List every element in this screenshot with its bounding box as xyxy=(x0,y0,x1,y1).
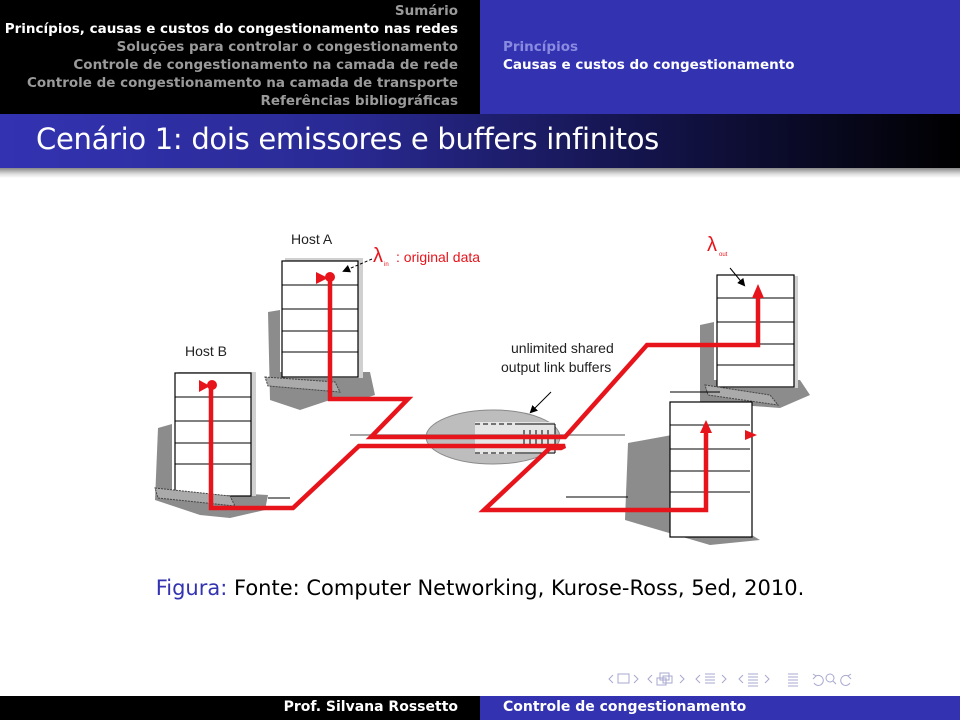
network-diagram: Host A Host B λ in : original data λ out… xyxy=(154,231,810,545)
undo-icon[interactable] xyxy=(812,673,824,686)
figure-caption: Figura: Fonte: Computer Networking, Kuro… xyxy=(0,576,960,600)
receiver-top-computer xyxy=(670,274,810,408)
next-slide-icon[interactable] xyxy=(679,674,685,684)
frame-title: Cenário 1: dois emissores e buffers infi… xyxy=(36,122,659,156)
prev-frame-icon[interactable] xyxy=(608,674,614,684)
router-label-line2: output link buffers xyxy=(501,359,611,375)
slide-icon[interactable] xyxy=(656,672,673,686)
caption-text: Fonte: Computer Networking, Kurose-Ross,… xyxy=(234,576,805,600)
toc-item-camada-transporte[interactable]: Controle de congestionamento na camada d… xyxy=(5,74,458,92)
toc-icon[interactable] xyxy=(788,673,798,687)
toc-item-principios-current[interactable]: Princípios, causas e custos do congestio… xyxy=(5,20,458,38)
header-toc-panel: Sumário Princípios, causas e custos do c… xyxy=(0,0,480,114)
footer-title: Controle de congestionamento xyxy=(503,699,747,715)
next-section-icon[interactable] xyxy=(721,674,727,684)
toc-item-sumario[interactable]: Sumário xyxy=(5,2,458,20)
footer-author: Prof. Silvana Rossetto xyxy=(283,699,458,715)
frame-icon[interactable] xyxy=(617,673,630,684)
next-subsection-icon[interactable] xyxy=(764,674,770,684)
lambda-out-subscript: out xyxy=(719,252,728,258)
caption-label: Figura: xyxy=(155,576,228,600)
prev-section-icon[interactable] xyxy=(695,674,701,684)
lambda-out-symbol: λ xyxy=(707,234,717,256)
subsection-icon[interactable] xyxy=(748,673,758,687)
lambda-in-subscript: in xyxy=(384,262,389,268)
toc-item-camada-rede[interactable]: Controle de congestionamento na camada d… xyxy=(5,56,458,74)
prev-slide-icon[interactable] xyxy=(647,674,653,684)
search-icon[interactable] xyxy=(825,673,837,685)
footer-author-panel: Prof. Silvana Rossetto xyxy=(0,696,480,720)
lambda-in-symbol: λ xyxy=(373,245,383,267)
next-frame-icon[interactable] xyxy=(633,674,639,684)
section-name[interactable]: Princípios xyxy=(503,38,795,56)
host-b-label: Host B xyxy=(185,343,227,359)
frame-title-bar: Cenário 1: dois emissores e buffers infi… xyxy=(0,114,960,168)
header-section-panel: Princípios Causas e custos do congestion… xyxy=(480,0,960,114)
toc-item-solucoes[interactable]: Soluções para controlar o congestionamen… xyxy=(5,38,458,56)
toc-item-referencias[interactable]: Referências bibliográficas xyxy=(5,92,458,110)
redo-icon[interactable] xyxy=(840,673,852,686)
table-of-contents: Sumário Princípios, causas e custos do c… xyxy=(5,2,458,110)
navigation-symbols xyxy=(608,672,852,687)
host-b-computer xyxy=(154,372,290,518)
section-icon[interactable] xyxy=(705,673,715,684)
footer-title-panel: Controle de congestionamento xyxy=(480,696,960,720)
router-label-line1: unlimited shared xyxy=(511,340,614,356)
title-shadow xyxy=(0,168,960,178)
lambda-in-text: : original data xyxy=(396,249,480,265)
router-buffer-arrow xyxy=(529,391,552,414)
beamer-navigation-bar xyxy=(608,668,948,690)
receiver-bottom-computer xyxy=(566,401,760,545)
host-a-label: Host A xyxy=(291,231,333,247)
subsection-name[interactable]: Causas e custos do congestionamento xyxy=(503,56,795,74)
prev-subsection-icon[interactable] xyxy=(738,674,744,684)
